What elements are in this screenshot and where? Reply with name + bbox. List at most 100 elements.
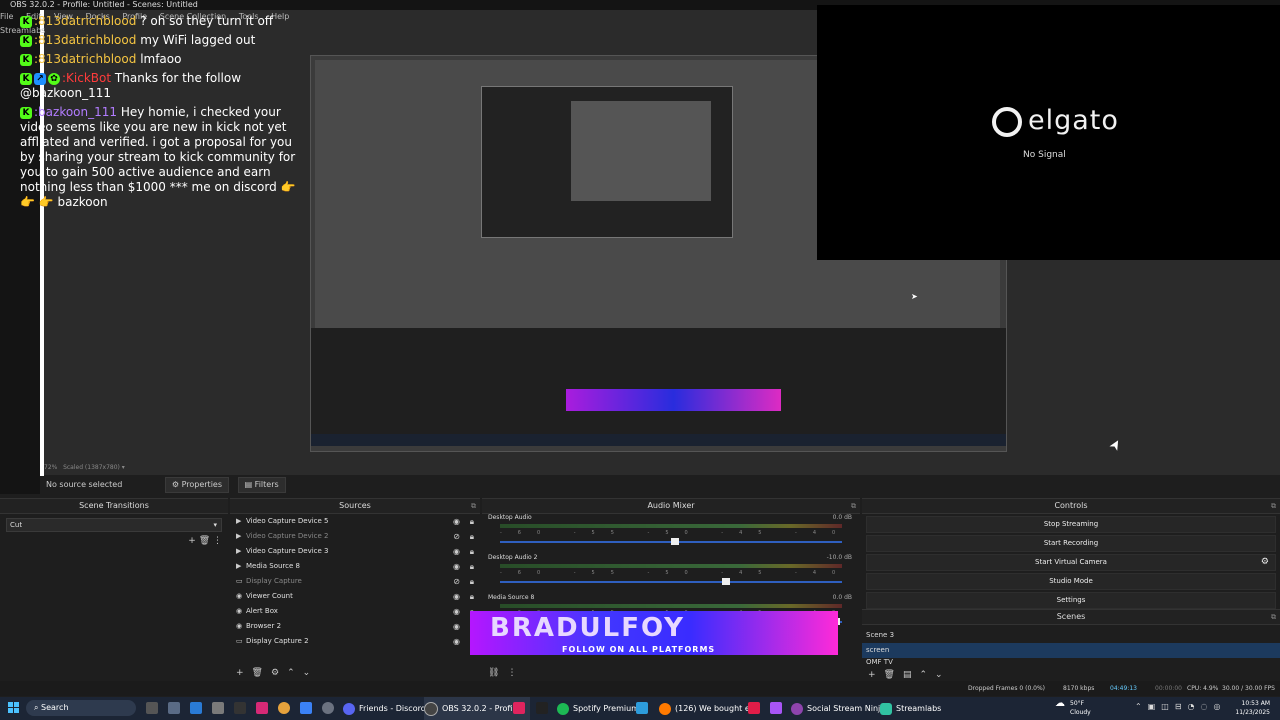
eye-hidden-icon[interactable]: ⊘ xyxy=(453,529,460,544)
trash-icon[interactable]: 🗑 xyxy=(199,536,210,546)
source-item[interactable]: ▭Display Capture 2◉🔒︎ xyxy=(230,634,480,649)
taskbar-app-streamlabs[interactable]: Streamlabs xyxy=(880,697,941,720)
transition-select[interactable]: Cut ▾ xyxy=(6,518,222,532)
source-type-icon: ▶ xyxy=(236,532,242,540)
kick-badge-icon: K xyxy=(20,34,32,47)
source-item[interactable]: ▶ Video Capture Device 5 ◉ 🔒︎ xyxy=(230,514,480,529)
start-recording-button[interactable]: Start Recording xyxy=(866,535,1276,552)
eye-icon[interactable]: ◉ xyxy=(453,604,460,619)
scene-item-selected[interactable]: screen xyxy=(862,643,1280,658)
down-icon[interactable]: ⌄ xyxy=(935,670,943,680)
taskbar-app-youtube[interactable]: (126) We bought eve xyxy=(659,697,759,720)
eye-icon[interactable]: ◉ xyxy=(453,559,460,574)
task-view-icon[interactable] xyxy=(146,702,158,714)
taskbar-app-discord[interactable]: Friends - Discord xyxy=(343,697,426,720)
up-icon[interactable]: ⌃ xyxy=(287,668,295,678)
lock-icon[interactable]: 🔒︎ xyxy=(470,574,474,589)
filters-button[interactable]: ▤ Filters xyxy=(237,476,286,493)
gear-badge-icon: ✿ xyxy=(48,72,60,85)
taskbar-search[interactable]: ⌕ Search xyxy=(26,700,136,716)
source-item[interactable]: ◉ Viewer Count ◉ 🔒︎ xyxy=(230,589,480,604)
taskbar-app-social-stream[interactable]: Social Stream Ninja - xyxy=(791,697,891,720)
lock-icon[interactable]: 🔒︎ xyxy=(470,559,474,574)
eye-icon[interactable]: ◉ xyxy=(453,634,460,649)
pinned-app-icon[interactable] xyxy=(536,702,548,714)
link-icon[interactable]: ⛓ xyxy=(488,668,499,678)
system-tray-icons[interactable]: ⌃▣◫⊟◔◌◎ xyxy=(1135,702,1226,711)
lock-icon[interactable]: 🔒︎ xyxy=(470,529,474,544)
app-label: Spotify Premium xyxy=(573,704,639,713)
pinned-app-icon[interactable] xyxy=(300,702,312,714)
source-item[interactable]: ▭ Display Capture ⊘ 🔒︎ xyxy=(230,574,480,589)
pinned-app-icon[interactable] xyxy=(636,702,648,714)
more-icon[interactable]: ⋮ xyxy=(213,536,222,546)
trash-icon[interactable]: 🗑 xyxy=(252,668,263,678)
dock-title-text: Sources xyxy=(339,501,371,510)
preview-zoom-bar: 72% Scaled (1387x780) ▾ xyxy=(44,464,125,471)
source-item[interactable]: ◉Alert Box◉🔒︎ xyxy=(230,604,480,619)
mixer-footer: ⛓ ⋮ xyxy=(488,668,524,678)
source-item[interactable]: ▶ Video Capture Device 3 ◉ 🔒︎ xyxy=(230,544,480,559)
clock[interactable]: 10:53 AM 11/23/2025 xyxy=(1235,699,1270,717)
studio-mode-button[interactable]: Studio Mode xyxy=(866,573,1276,590)
bot-badge-icon: ↗ xyxy=(34,72,46,85)
pinned-app-icon[interactable] xyxy=(212,702,224,714)
slider-handle[interactable] xyxy=(671,538,679,545)
dock-undock-icon[interactable]: ⧉ xyxy=(471,499,476,513)
lock-icon[interactable]: 🔒︎ xyxy=(470,544,474,559)
scene-label: screen xyxy=(866,646,890,654)
add-icon[interactable]: + xyxy=(868,670,876,680)
eye-icon[interactable]: ◉ xyxy=(453,544,460,559)
zoom-level[interactable]: 72% xyxy=(44,464,57,471)
lock-icon[interactable]: 🔒︎ xyxy=(470,514,474,529)
gear-icon[interactable]: ⚙ xyxy=(1261,555,1269,570)
gear-icon[interactable]: ⚙ xyxy=(271,668,279,678)
pinned-app-icon[interactable] xyxy=(234,702,246,714)
windows-start-icon[interactable] xyxy=(8,702,20,714)
source-item[interactable]: ▶ Video Capture Device 2 ⊘ 🔒︎ xyxy=(230,529,480,544)
volume-slider[interactable] xyxy=(500,538,842,545)
start-virtual-camera-button[interactable]: Start Virtual Camera ⚙ xyxy=(866,554,1276,571)
slider-handle[interactable] xyxy=(722,578,731,585)
scene-transitions-dock: Scene Transitions Cut ▾ + 🗑 ⋮ xyxy=(0,498,228,682)
more-icon[interactable]: ⋮ xyxy=(507,668,516,678)
pinned-app-icon[interactable] xyxy=(168,702,180,714)
eye-icon[interactable]: ◉ xyxy=(453,514,460,529)
scene-item[interactable]: Scene 3 xyxy=(862,628,1280,643)
tiktok-icon[interactable] xyxy=(748,702,760,714)
pinned-app-icon[interactable] xyxy=(190,702,202,714)
chrome-icon[interactable] xyxy=(278,702,290,714)
clock-time: 10:53 AM xyxy=(1241,700,1270,707)
volume-slider[interactable] xyxy=(500,578,842,585)
dock-undock-icon[interactable]: ⧉ xyxy=(1271,499,1276,513)
source-item[interactable]: ▶ Media Source 8 ◉ 🔒︎ xyxy=(230,559,480,574)
stop-streaming-button[interactable]: Stop Streaming xyxy=(866,516,1276,533)
scene-item[interactable]: OMF TV xyxy=(862,658,1280,666)
properties-button[interactable]: ⚙ Properties xyxy=(164,476,230,493)
down-icon[interactable]: ⌄ xyxy=(303,668,311,678)
source-item[interactable]: ◉Browser 2◉🔒︎ xyxy=(230,619,480,634)
dock-undock-icon[interactable]: ⧉ xyxy=(851,499,856,513)
add-icon[interactable]: + xyxy=(188,536,196,546)
no-signal-text: No Signal xyxy=(1023,150,1066,160)
add-icon[interactable]: + xyxy=(236,668,244,678)
taskbar-app-spotify[interactable]: Spotify Premium xyxy=(557,697,639,720)
source-type-icon: ◉ xyxy=(236,592,243,600)
eye-icon[interactable]: ◉ xyxy=(453,619,460,634)
dock-undock-icon[interactable]: ⧉ xyxy=(1271,610,1276,624)
filter-icon[interactable]: ▤ xyxy=(903,670,912,680)
weather-widget[interactable]: ☁ 50°F Cloudy xyxy=(1055,699,1091,717)
instagram-icon[interactable] xyxy=(256,702,268,714)
trash-icon[interactable]: 🗑 xyxy=(884,670,895,680)
pinned-app-icon[interactable] xyxy=(322,702,334,714)
up-icon[interactable]: ⌃ xyxy=(920,670,928,680)
settings-button[interactable]: Settings xyxy=(866,592,1276,609)
eye-icon[interactable]: ◉ xyxy=(453,589,460,604)
pinned-app-icon[interactable] xyxy=(770,702,782,714)
pinned-app-icon[interactable] xyxy=(513,702,525,714)
lock-icon[interactable]: 🔒︎ xyxy=(470,589,474,604)
eye-hidden-icon[interactable]: ⊘ xyxy=(453,574,460,589)
social-stream-icon xyxy=(791,702,803,715)
dock-title: Sources ⧉ xyxy=(230,499,480,514)
menu-file[interactable]: File xyxy=(0,12,13,21)
